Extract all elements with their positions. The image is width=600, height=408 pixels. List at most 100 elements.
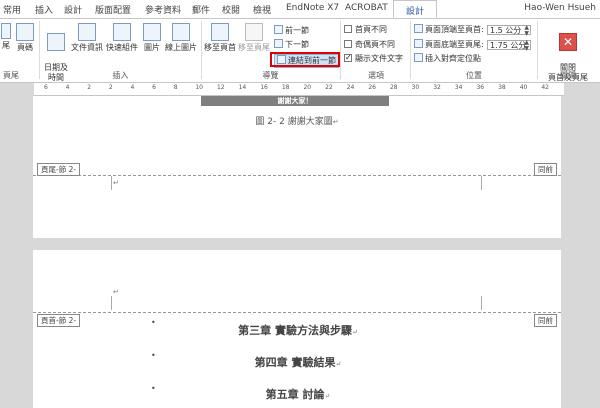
checkbox-checked[interactable] bbox=[344, 52, 352, 64]
tab-acrobat[interactable]: ACROBAT bbox=[345, 3, 388, 13]
tab-references[interactable]: 參考資料 bbox=[145, 3, 181, 16]
calendar-icon bbox=[47, 33, 65, 51]
chapter-heading[interactable]: 第四章 實驗結果↵ bbox=[113, 354, 483, 370]
different-first-page-option[interactable]: 首頁不同 bbox=[344, 24, 387, 36]
separator bbox=[537, 21, 538, 79]
footer-from-bottom-input[interactable]: 1.75 公分 ▲ ▼ bbox=[487, 40, 531, 52]
previous-section-icon bbox=[274, 25, 283, 34]
picture-icon bbox=[143, 23, 161, 41]
ruler-tick-label: 8 bbox=[173, 84, 178, 91]
ruler-tick-label: 34 bbox=[454, 84, 463, 91]
separator bbox=[39, 21, 40, 79]
footer-icon bbox=[1, 23, 11, 39]
quick-parts-icon bbox=[113, 23, 131, 41]
document-info-button[interactable]: 文件資訊 bbox=[70, 21, 104, 53]
horizontal-ruler[interactable]: 6 4 2 2 4 6 8 10 12 14 16 18 20 22 24 26 28 30 32 34 36 38 40 4… bbox=[34, 83, 564, 96]
online-picture-icon bbox=[172, 23, 190, 41]
ribbon-tab-bar: 常用 插入 設計 版面配置 參考資料 郵件 校閱 檢視 EndNote X7 A… bbox=[0, 0, 600, 19]
tab-design[interactable]: 設計 bbox=[64, 3, 82, 16]
next-section-button[interactable]: 下一節 bbox=[274, 39, 309, 51]
footer-button-partial[interactable]: 尾 bbox=[0, 21, 14, 51]
ribbon: 尾 頁碼 頁尾 日期及 時間 文件資訊 快速組件 圖片 線上圖片 插入 移至頁首… bbox=[0, 19, 600, 83]
header-boundary bbox=[33, 312, 561, 313]
ruler-tick-label: 36 bbox=[476, 84, 485, 91]
ruler-tick-label: 32 bbox=[433, 84, 441, 91]
margin-corner bbox=[481, 176, 482, 190]
margin-corner bbox=[481, 296, 482, 310]
tab-review[interactable]: 校閱 bbox=[222, 3, 240, 16]
ruler-tick-label: 20 bbox=[303, 84, 312, 91]
tab-home[interactable]: 常用 bbox=[3, 3, 21, 16]
tab-endnote[interactable]: EndNote X7 bbox=[286, 3, 339, 13]
group-label-position: 位置 bbox=[466, 71, 482, 80]
insert-alignment-tab-button[interactable]: 插入對齊定位點 bbox=[414, 53, 481, 65]
chapter-heading[interactable]: 第三章 實驗方法與步驟↵ bbox=[113, 322, 483, 338]
online-picture-button[interactable]: 線上圖片 bbox=[163, 21, 199, 53]
goto-header-button[interactable]: 移至頁首 bbox=[203, 21, 237, 53]
image-banner: 謝謝大家！ bbox=[201, 96, 389, 106]
margin-corner bbox=[111, 296, 112, 310]
tab-layout[interactable]: 版面配置 bbox=[95, 3, 131, 16]
page-number-icon bbox=[16, 23, 34, 41]
footer-section-tag: 頁尾-節 2- bbox=[37, 163, 81, 176]
ruler-tick-label: 6 bbox=[152, 84, 156, 91]
document-info-icon bbox=[78, 23, 96, 41]
tab-header-footer-design[interactable]: 設計 bbox=[393, 0, 438, 18]
ruler-tick-label: 22 bbox=[325, 84, 333, 91]
highlight-box bbox=[270, 52, 340, 67]
next-section-icon bbox=[274, 39, 283, 48]
header-section-tag: 頁首-節 2- bbox=[37, 314, 81, 327]
ruler-tick-label: 42 bbox=[541, 84, 549, 91]
separator bbox=[410, 21, 411, 79]
tab-insert[interactable]: 插入 bbox=[35, 3, 53, 16]
ruler-tick-label: 26 bbox=[368, 84, 376, 91]
page-2: ↵ 頁首-節 2- 同前 • 第三章 實驗方法與步驟↵ • 第四章 實驗結果↵ … bbox=[33, 250, 561, 408]
footer-position-icon bbox=[414, 39, 423, 48]
chapter-heading[interactable]: 第五章 討論↵ bbox=[113, 386, 483, 402]
ruler-tick-label: 40 bbox=[519, 84, 528, 91]
same-as-previous-tag: 同前 bbox=[534, 163, 557, 176]
spinner-arrows-icon[interactable]: ▲ ▼ bbox=[524, 40, 529, 52]
user-name[interactable]: Hao-Wen Hsueh bbox=[524, 3, 596, 13]
previous-section-button[interactable]: 前一節 bbox=[274, 25, 309, 37]
group-label-close: 關閉 bbox=[560, 71, 576, 80]
spinner-arrows-icon[interactable]: ▲ ▼ bbox=[524, 25, 529, 37]
ruler-tick-label: 10 bbox=[195, 84, 203, 91]
ruler-tick-label: 4 bbox=[130, 84, 135, 91]
group-label-navigation: 導覽 bbox=[262, 71, 279, 80]
quick-parts-button[interactable]: 快速組件 bbox=[104, 21, 140, 53]
tab-mailings[interactable]: 郵件 bbox=[192, 3, 210, 16]
ruler-tick-label: 30 bbox=[411, 84, 420, 91]
margin-corner bbox=[111, 176, 112, 190]
ruler-tick-label: 28 bbox=[389, 84, 398, 91]
alignment-tab-icon bbox=[414, 53, 423, 62]
page-1: 謝謝大家！ 圖 2- 2 謝謝大家圖↵ 頁尾-節 2- 同前 ↵ bbox=[33, 96, 561, 238]
goto-footer-icon bbox=[245, 23, 263, 41]
close-icon: ✕ bbox=[559, 33, 577, 51]
header-from-top-label: 頁面頂端至頁首: bbox=[414, 24, 484, 36]
header-from-top-input[interactable]: 1.5 公分 ▲ ▼ bbox=[487, 25, 531, 37]
same-as-previous-tag: 同前 bbox=[534, 314, 557, 327]
group-label-insert: 插入 bbox=[112, 71, 129, 80]
figure-caption: 圖 2- 2 謝謝大家圖↵ bbox=[255, 117, 339, 127]
group-label-header-footer: 頁尾 bbox=[3, 71, 19, 80]
picture-button[interactable]: 圖片 bbox=[141, 21, 163, 53]
goto-footer-button[interactable]: 移至頁尾 bbox=[237, 21, 271, 53]
show-document-text-option[interactable]: 顯示文件文字 bbox=[344, 52, 403, 65]
separator bbox=[201, 21, 202, 79]
ruler-tick-label: 2 bbox=[87, 84, 92, 91]
ruler-tick-label: 12 bbox=[216, 84, 225, 91]
ruler-tick-label: 16 bbox=[260, 84, 268, 91]
ruler-tick-label: 4 bbox=[65, 84, 70, 91]
group-label-options: 選項 bbox=[368, 71, 384, 80]
ruler-tick-label: 18 bbox=[281, 84, 290, 91]
ruler-tick-label: 24 bbox=[346, 84, 355, 91]
separator bbox=[340, 21, 341, 79]
checkbox[interactable] bbox=[344, 25, 352, 33]
checkbox[interactable] bbox=[344, 40, 352, 48]
tab-view[interactable]: 檢視 bbox=[253, 3, 271, 16]
page-number-button[interactable]: 頁碼 bbox=[14, 21, 36, 53]
ruler-tick-label: 2 bbox=[108, 84, 113, 91]
footer-from-bottom-label: 頁面底端至頁尾: bbox=[414, 39, 484, 51]
different-odd-even-option[interactable]: 奇偶頁不同 bbox=[344, 39, 395, 51]
